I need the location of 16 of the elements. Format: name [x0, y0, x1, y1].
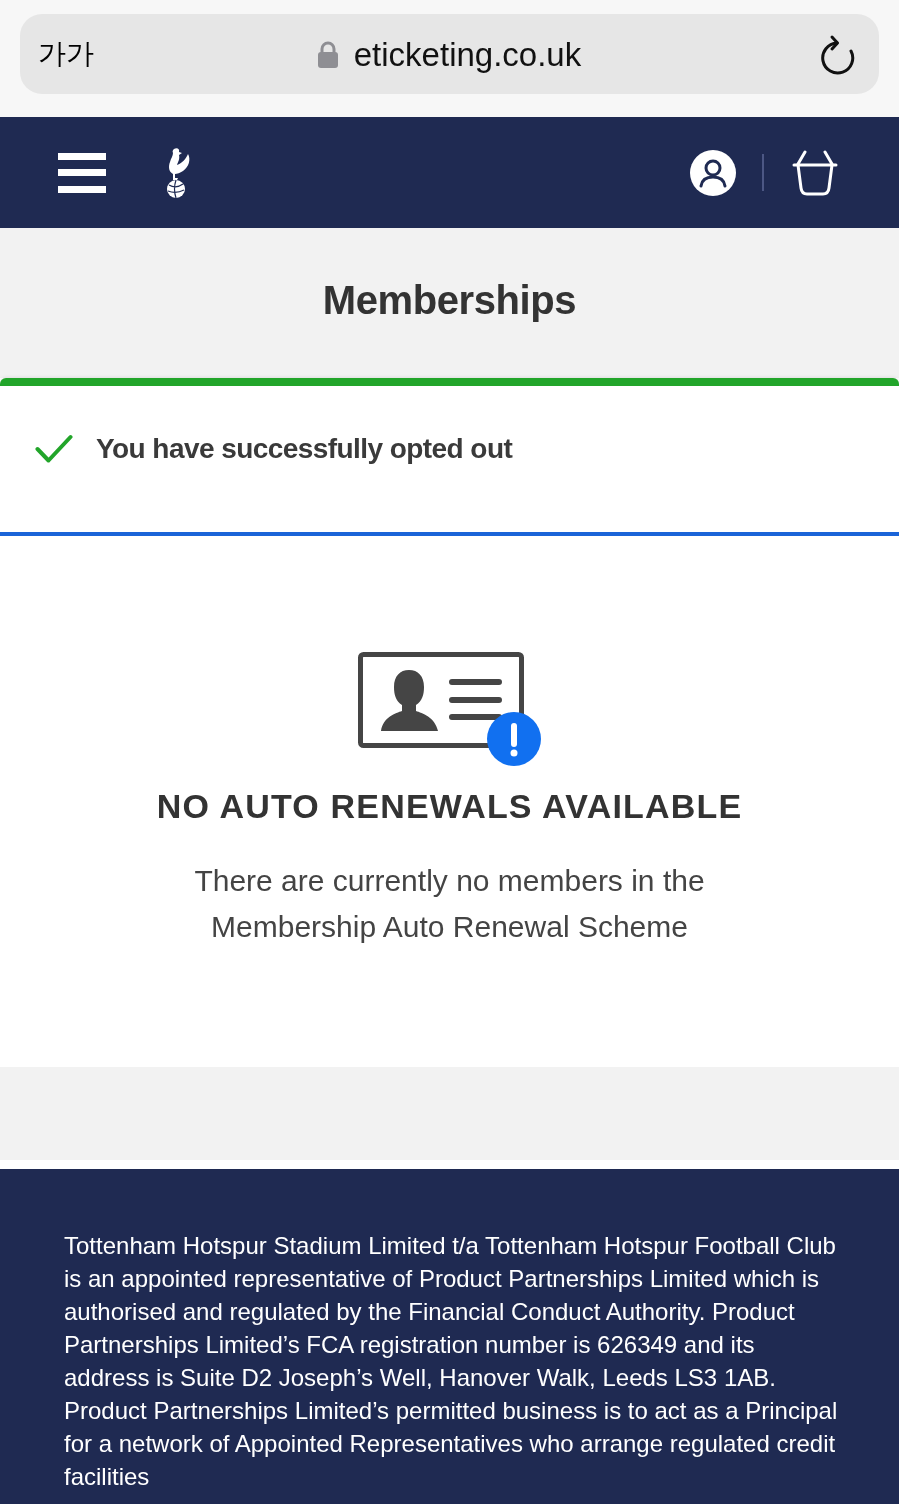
account-icon[interactable] — [690, 149, 736, 196]
basket-icon[interactable] — [792, 149, 838, 196]
url-text: eticketing.co.uk — [353, 37, 582, 71]
lock-icon — [317, 40, 338, 68]
alert-message: You have successfully opted out — [96, 435, 513, 463]
text-size-button[interactable]: 가가 — [38, 40, 94, 68]
empty-state-message: There are currently no members in the Membership Auto Renewal Scheme — [193, 863, 706, 945]
page-title: Memberships — [322, 280, 577, 320]
id-card-icon — [358, 652, 524, 748]
address-bar[interactable]: 가가 eticketing.co.uk — [20, 14, 879, 94]
empty-state-heading: NO AUTO RENEWALS AVAILABLE — [156, 786, 743, 826]
alert-badge-icon — [487, 712, 541, 766]
footer-disclaimer: Tottenham Hotspur Stadium Limited t/a Tottenham Hotspur Football Club is an appointed representative of Product Partnerships Limited which is authorised and regulated by the Financial Conduct Authority. Product Partnerships Limited’s FCA registration number is 626349 and its address is Suite D2 Joseph’s Well, Hanover Walk, Leeds LS3 1AB. Product Partnerships Limited’s permitted business is to act as a Principal for a network of Appointed Representatives who arrange regulated credit facilities — [64, 1231, 839, 1492]
menu-icon[interactable] — [58, 152, 106, 193]
check-icon — [35, 434, 73, 464]
reload-icon[interactable] — [819, 33, 856, 75]
